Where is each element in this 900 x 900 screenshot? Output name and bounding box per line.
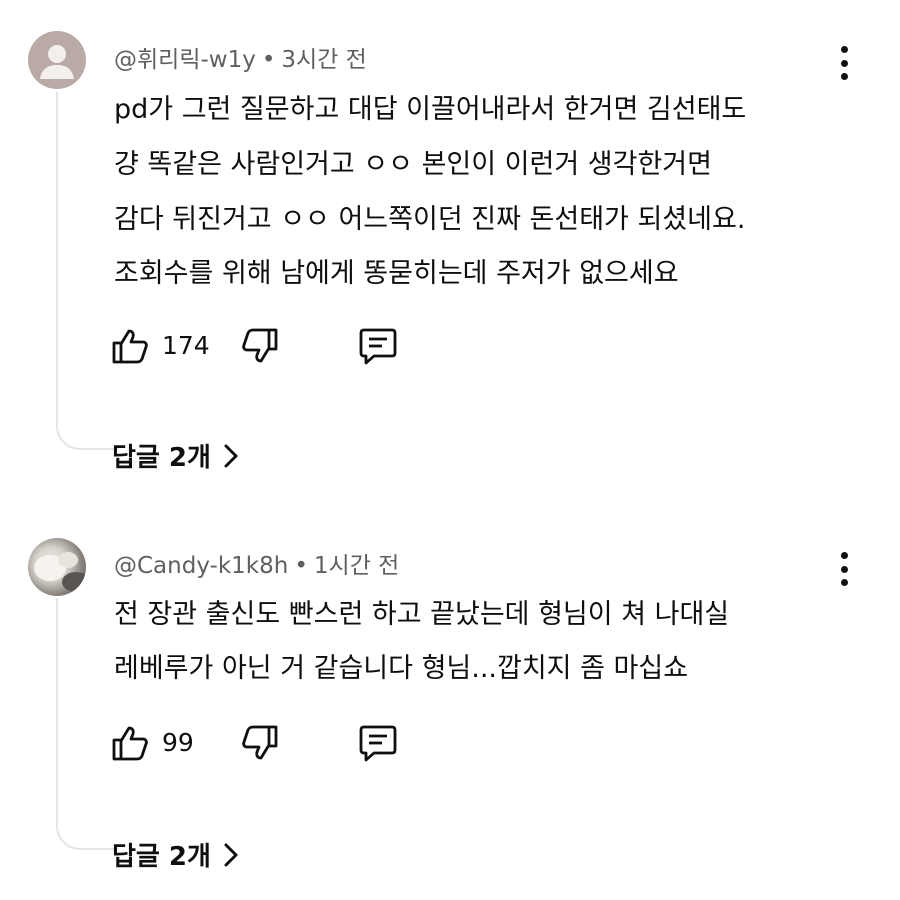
comment-text-line: 감다 뒤진거고 ㅇㅇ 어느쪽이던 진짜 돈선태가 되셨네요. [114, 204, 746, 235]
like-count: 99 [162, 728, 194, 757]
avatar[interactable] [28, 31, 86, 89]
thumbs-down-icon[interactable] [240, 326, 280, 366]
comment-icon[interactable] [358, 326, 398, 366]
comment-meta: @휘리릭-w1y • 3시간 전 [114, 40, 367, 74]
comment-text-line: 레베루가 아닌 거 같습니다 형님...깝치지 좀 마십쇼 [114, 653, 689, 684]
avatar[interactable] [28, 538, 86, 596]
thumbs-down-icon[interactable] [240, 723, 280, 763]
like-count: 174 [162, 331, 210, 360]
comment-text-line: pd가 그런 질문하고 대답 이끌어내라서 한거면 김선태도 [114, 94, 747, 125]
username[interactable]: @Candy-k1k8h [114, 553, 288, 579]
photo-avatar-icon [34, 552, 86, 592]
view-replies-button[interactable]: 답글 2개 [112, 437, 239, 474]
comment-meta: @Candy-k1k8h • 1시간 전 [114, 546, 399, 580]
thread-line [56, 598, 118, 850]
chevron-right-icon [224, 843, 238, 866]
more-vertical-icon[interactable] [832, 46, 856, 80]
default-avatar-icon [40, 45, 74, 79]
comment-text-line: 걍 똑같은 사람인거고 ㅇㅇ 본인이 이런거 생각한거면 [114, 149, 712, 180]
thumbs-up-icon[interactable] [110, 326, 150, 366]
view-replies-button[interactable]: 답글 2개 [112, 836, 239, 873]
chevron-right-icon [224, 444, 238, 467]
more-vertical-icon[interactable] [832, 552, 856, 586]
thumbs-up-icon[interactable] [110, 723, 150, 763]
timestamp[interactable]: 1시간 전 [314, 553, 399, 579]
username[interactable]: @휘리릭-w1y [114, 47, 256, 73]
replies-label: 답글 2개 [112, 443, 211, 473]
separator-dot: • [294, 553, 308, 579]
timestamp[interactable]: 3시간 전 [281, 47, 366, 73]
replies-label: 답글 2개 [112, 842, 211, 872]
comment-text-line: 조회수를 위해 남에게 똥묻히는데 주저가 없으세요 [114, 258, 679, 289]
separator-dot: • [261, 47, 276, 73]
comment-text-line: 전 장관 출신도 빤스런 하고 끝났는데 형님이 쳐 나대실 [114, 599, 730, 630]
action-row: 174 [110, 326, 430, 366]
comment-1: @휘리릭-w1y • 3시간 전 pd가 그런 질문하고 대답 이끌어내라서 한거면… [0, 0, 900, 500]
action-row: 99 [110, 723, 430, 763]
comment-icon[interactable] [358, 723, 398, 763]
thread-line [56, 92, 118, 450]
comment-2: @Candy-k1k8h • 1시간 전 전 장관 출신도 빤스런 하고 끝났는데 … [0, 500, 900, 900]
